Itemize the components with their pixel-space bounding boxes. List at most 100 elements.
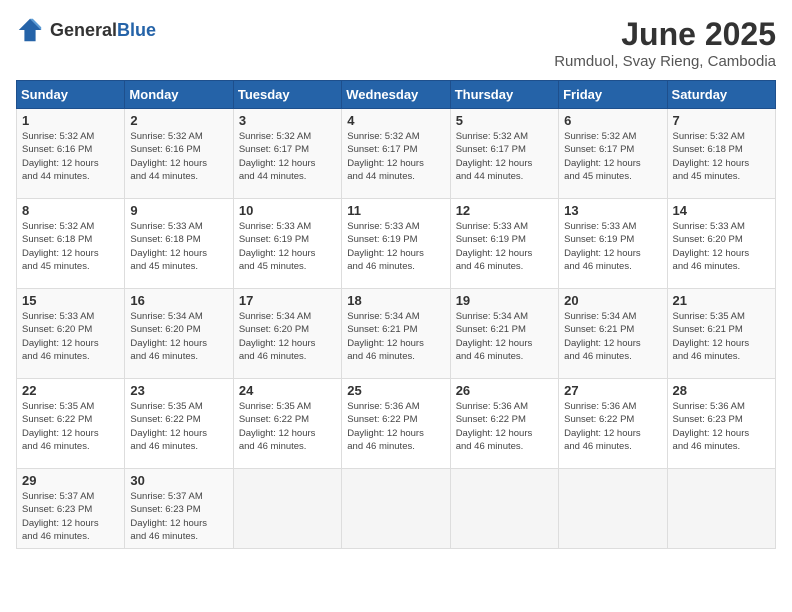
calendar-cell: 1 Sunrise: 5:32 AM Sunset: 6:16 PM Dayli… [17,109,125,199]
sunset-label: Sunset: 6:21 PM [456,324,526,335]
sunrise-label: Sunrise: 5:32 AM [456,131,528,142]
calendar-week-4: 22 Sunrise: 5:35 AM Sunset: 6:22 PM Dayl… [17,379,776,469]
header-wednesday: Wednesday [342,81,450,109]
sunset-label: Sunset: 6:16 PM [130,144,200,155]
sunset-label: Sunset: 6:20 PM [673,234,743,245]
daylight-minutes: and 46 minutes. [673,441,741,452]
sunset-label: Sunset: 6:22 PM [130,414,200,425]
day-info: Sunrise: 5:35 AM Sunset: 6:21 PM Dayligh… [673,310,770,363]
daylight-label: Daylight: 12 hours [564,338,641,349]
day-info: Sunrise: 5:32 AM Sunset: 6:17 PM Dayligh… [564,130,661,183]
calendar-cell: 18 Sunrise: 5:34 AM Sunset: 6:21 PM Dayl… [342,289,450,379]
day-info: Sunrise: 5:33 AM Sunset: 6:19 PM Dayligh… [239,220,336,273]
day-number: 9 [130,203,227,218]
daylight-minutes: and 46 minutes. [239,441,307,452]
calendar-cell: 11 Sunrise: 5:33 AM Sunset: 6:19 PM Dayl… [342,199,450,289]
day-info: Sunrise: 5:35 AM Sunset: 6:22 PM Dayligh… [130,400,227,453]
sunrise-label: Sunrise: 5:32 AM [22,131,94,142]
daylight-minutes: and 46 minutes. [347,351,415,362]
calendar-cell: 22 Sunrise: 5:35 AM Sunset: 6:22 PM Dayl… [17,379,125,469]
sunrise-label: Sunrise: 5:33 AM [673,221,745,232]
calendar-location: Rumduol, Svay Rieng, Cambodia [554,53,776,70]
sunrise-label: Sunrise: 5:34 AM [564,311,636,322]
day-number: 25 [347,383,444,398]
calendar-table: SundayMondayTuesdayWednesdayThursdayFrid… [16,80,776,549]
daylight-minutes: and 46 minutes. [564,351,632,362]
day-info: Sunrise: 5:32 AM Sunset: 6:17 PM Dayligh… [347,130,444,183]
calendar-cell: 27 Sunrise: 5:36 AM Sunset: 6:22 PM Dayl… [559,379,667,469]
sunset-label: Sunset: 6:20 PM [130,324,200,335]
header-monday: Monday [125,81,233,109]
daylight-minutes: and 45 minutes. [564,171,632,182]
calendar-cell: 24 Sunrise: 5:35 AM Sunset: 6:22 PM Dayl… [233,379,341,469]
day-info: Sunrise: 5:34 AM Sunset: 6:21 PM Dayligh… [456,310,553,363]
calendar-cell: 15 Sunrise: 5:33 AM Sunset: 6:20 PM Dayl… [17,289,125,379]
calendar-cell [559,469,667,549]
daylight-label: Daylight: 12 hours [456,158,533,169]
sunrise-label: Sunrise: 5:32 AM [22,221,94,232]
sunrise-label: Sunrise: 5:37 AM [22,491,94,502]
daylight-label: Daylight: 12 hours [456,338,533,349]
daylight-minutes: and 44 minutes. [347,171,415,182]
day-info: Sunrise: 5:32 AM Sunset: 6:17 PM Dayligh… [456,130,553,183]
header-friday: Friday [559,81,667,109]
calendar-cell: 7 Sunrise: 5:32 AM Sunset: 6:18 PM Dayli… [667,109,775,199]
daylight-minutes: and 44 minutes. [239,171,307,182]
day-number: 4 [347,113,444,128]
sunrise-label: Sunrise: 5:33 AM [22,311,94,322]
sunrise-label: Sunrise: 5:35 AM [22,401,94,412]
daylight-label: Daylight: 12 hours [564,158,641,169]
sunset-label: Sunset: 6:18 PM [130,234,200,245]
sunset-label: Sunset: 6:17 PM [347,144,417,155]
calendar-cell: 9 Sunrise: 5:33 AM Sunset: 6:18 PM Dayli… [125,199,233,289]
daylight-label: Daylight: 12 hours [673,428,750,439]
sunrise-label: Sunrise: 5:33 AM [239,221,311,232]
logo-blue: Blue [117,20,156,40]
sunset-label: Sunset: 6:17 PM [564,144,634,155]
daylight-label: Daylight: 12 hours [239,428,316,439]
sunrise-label: Sunrise: 5:36 AM [347,401,419,412]
sunrise-label: Sunrise: 5:35 AM [239,401,311,412]
calendar-cell: 14 Sunrise: 5:33 AM Sunset: 6:20 PM Dayl… [667,199,775,289]
day-info: Sunrise: 5:33 AM Sunset: 6:19 PM Dayligh… [564,220,661,273]
day-number: 12 [456,203,553,218]
day-number: 14 [673,203,770,218]
calendar-week-1: 1 Sunrise: 5:32 AM Sunset: 6:16 PM Dayli… [17,109,776,199]
calendar-week-2: 8 Sunrise: 5:32 AM Sunset: 6:18 PM Dayli… [17,199,776,289]
day-info: Sunrise: 5:37 AM Sunset: 6:23 PM Dayligh… [22,490,119,543]
calendar-cell: 12 Sunrise: 5:33 AM Sunset: 6:19 PM Dayl… [450,199,558,289]
calendar-cell: 19 Sunrise: 5:34 AM Sunset: 6:21 PM Dayl… [450,289,558,379]
calendar-cell: 8 Sunrise: 5:32 AM Sunset: 6:18 PM Dayli… [17,199,125,289]
calendar-cell: 30 Sunrise: 5:37 AM Sunset: 6:23 PM Dayl… [125,469,233,549]
sunrise-label: Sunrise: 5:36 AM [673,401,745,412]
sunrise-label: Sunrise: 5:32 AM [130,131,202,142]
daylight-label: Daylight: 12 hours [130,518,207,529]
daylight-minutes: and 46 minutes. [673,351,741,362]
daylight-label: Daylight: 12 hours [239,338,316,349]
daylight-label: Daylight: 12 hours [130,248,207,259]
daylight-minutes: and 46 minutes. [130,351,198,362]
day-number: 15 [22,293,119,308]
sunrise-label: Sunrise: 5:32 AM [239,131,311,142]
logo: GeneralBlue [16,16,156,44]
sunrise-label: Sunrise: 5:32 AM [347,131,419,142]
sunset-label: Sunset: 6:19 PM [564,234,634,245]
day-number: 28 [673,383,770,398]
day-info: Sunrise: 5:36 AM Sunset: 6:22 PM Dayligh… [456,400,553,453]
calendar-title: June 2025 [554,16,776,53]
sunset-label: Sunset: 6:17 PM [239,144,309,155]
sunrise-label: Sunrise: 5:33 AM [564,221,636,232]
day-number: 5 [456,113,553,128]
day-info: Sunrise: 5:34 AM Sunset: 6:20 PM Dayligh… [239,310,336,363]
calendar-cell: 5 Sunrise: 5:32 AM Sunset: 6:17 PM Dayli… [450,109,558,199]
day-number: 21 [673,293,770,308]
logo-general: General [50,20,117,40]
sunset-label: Sunset: 6:18 PM [673,144,743,155]
day-info: Sunrise: 5:35 AM Sunset: 6:22 PM Dayligh… [22,400,119,453]
day-number: 17 [239,293,336,308]
daylight-label: Daylight: 12 hours [130,428,207,439]
day-number: 8 [22,203,119,218]
calendar-cell: 6 Sunrise: 5:32 AM Sunset: 6:17 PM Dayli… [559,109,667,199]
sunset-label: Sunset: 6:19 PM [456,234,526,245]
sunrise-label: Sunrise: 5:34 AM [130,311,202,322]
